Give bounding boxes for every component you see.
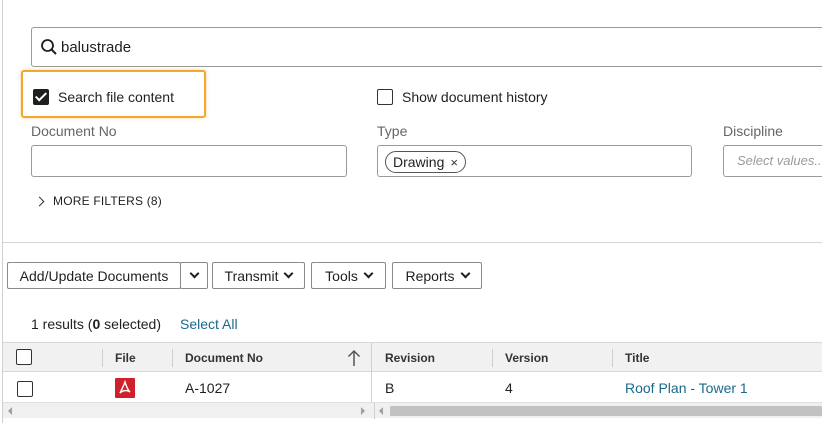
reports-button[interactable]: Reports [392,262,482,289]
more-filters-toggle[interactable]: MORE FILTERS (8) [34,194,162,208]
scrollbar-divider [374,403,375,419]
column-header-file[interactable]: File [115,351,136,365]
tools-label: Tools [325,267,358,284]
show-document-history-checkbox[interactable] [377,89,393,105]
pdf-icon[interactable] [115,378,135,398]
discipline-label: Discipline [723,123,783,139]
column-divider [612,349,613,367]
pdf-glyph [119,379,131,394]
row-checkbox[interactable] [17,381,33,397]
show-document-history-label: Show document history [402,89,548,105]
cell-version: 4 [505,380,513,396]
scrollbar-thumb[interactable] [390,406,822,416]
type-field[interactable]: Drawing × [377,145,692,177]
table-header: File Document No Revision Version Title [3,342,822,373]
type-chip-drawing: Drawing × [385,151,466,173]
scroll-left-icon[interactable] [379,407,383,415]
select-all-checkbox[interactable] [16,349,32,365]
column-header-title[interactable]: Title [625,351,649,365]
reports-label: Reports [405,267,455,284]
more-filters-label: MORE FILTERS (8) [53,194,162,208]
discipline-placeholder: Select values... [737,153,822,168]
horizontal-scrollbar[interactable] [3,402,822,419]
transmit-button[interactable]: Transmit [212,262,305,289]
column-divider [172,349,173,367]
chip-remove-icon[interactable]: × [450,155,458,170]
chevron-down-icon [460,268,470,279]
selected-suffix: selected) [100,316,161,332]
discipline-field[interactable]: Select values... [723,145,822,177]
search-file-content-label: Search file content [58,89,174,105]
results-count-suffix: results ( [38,316,93,332]
section-divider [3,242,822,243]
column-header-document-no[interactable]: Document No [185,351,263,365]
column-divider [102,349,103,367]
frozen-column-divider [371,372,372,402]
search-box[interactable] [31,27,822,67]
cell-title-link[interactable]: Roof Plan - Tower 1 [625,380,748,396]
document-no-field[interactable] [31,145,347,177]
column-divider [492,349,493,367]
scroll-left-icon[interactable] [8,407,12,415]
chevron-down-icon [284,268,294,279]
document-no-label: Document No [31,123,117,139]
cell-document-no: A-1027 [185,380,231,396]
type-chip-label: Drawing [393,154,445,170]
chevron-right-icon [34,196,45,206]
results-count: 1 [31,316,39,332]
tools-button[interactable]: Tools [311,262,386,289]
search-input[interactable] [61,36,761,58]
add-update-documents-label: Add/Update Documents [19,267,169,284]
chevron-down-icon [189,268,199,279]
add-update-dropdown-button[interactable] [180,262,208,289]
transmit-label: Transmit [224,267,279,284]
column-header-revision[interactable]: Revision [385,351,435,365]
frozen-column-divider [371,343,372,373]
search-file-content-checkbox[interactable] [33,89,49,105]
select-all-link[interactable]: Select All [180,316,238,332]
scroll-right-icon[interactable] [361,407,365,415]
search-icon [41,39,57,55]
type-label: Type [377,123,408,139]
table-row[interactable]: A-1027 B 4 Roof Plan - Tower 1 [3,372,822,402]
column-header-version[interactable]: Version [505,351,548,365]
chevron-down-icon [363,268,374,279]
cell-revision: B [385,380,395,396]
add-update-documents-button[interactable]: Add/Update Documents [7,262,181,289]
search-file-content-option[interactable]: Search file content [33,89,174,105]
sort-ascending-icon[interactable] [347,349,361,367]
results-summary: 1 results (0 selected) [31,316,161,332]
show-document-history-option[interactable]: Show document history [377,89,548,105]
